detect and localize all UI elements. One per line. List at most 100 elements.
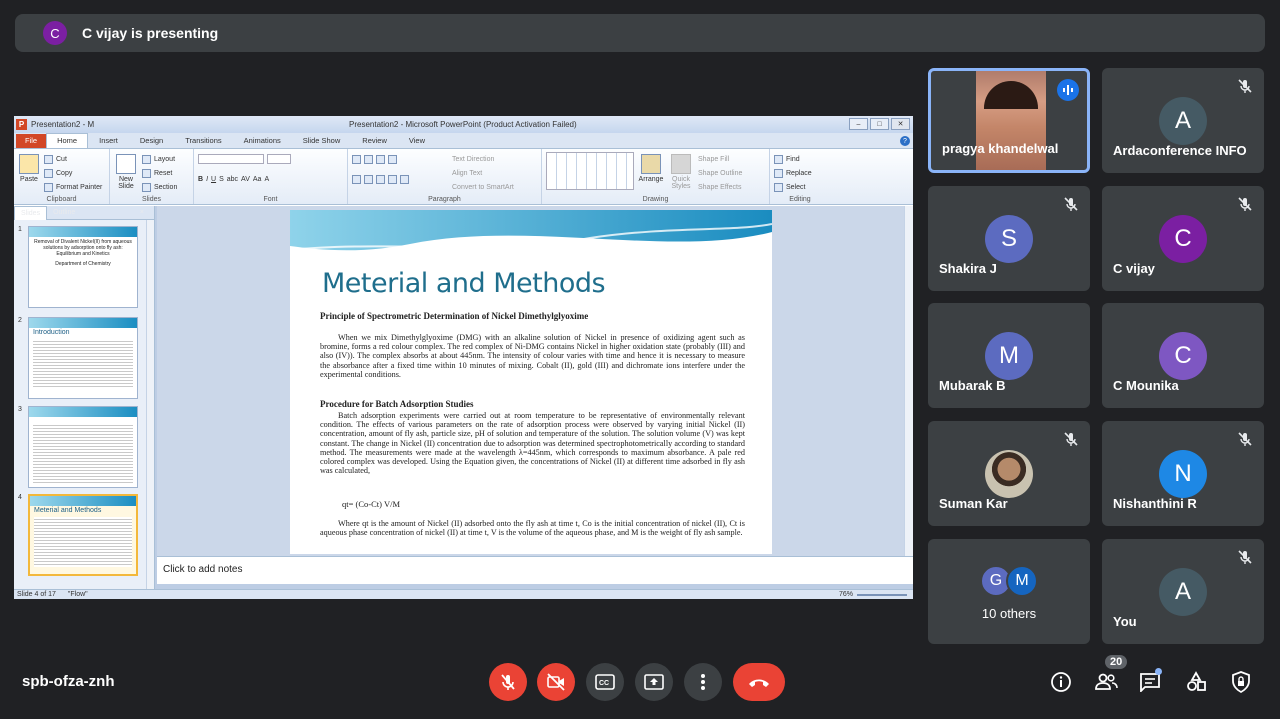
copy-icon xyxy=(44,168,53,178)
participant-name: Shakira J xyxy=(939,261,997,276)
avatar-photo xyxy=(985,450,1033,498)
tab-file: File xyxy=(16,134,47,148)
thumb-text-lines xyxy=(34,517,132,567)
meeting-code: spb-ofza-znh xyxy=(22,673,115,690)
slide-paragraph-1: When we mix Dimethylglyoxime (DMG) with … xyxy=(320,333,745,379)
host-controls-button[interactable] xyxy=(1229,670,1253,694)
ribbon-tabs: File Home Insert Design Transitions Anim… xyxy=(14,133,913,149)
tab-animations: Animations xyxy=(243,136,281,145)
captions-button[interactable]: CC xyxy=(586,663,624,701)
camera-toggle-button[interactable] xyxy=(537,663,575,701)
meeting-details-button[interactable] xyxy=(1049,670,1073,694)
indent-icon xyxy=(376,154,385,164)
cut-icon xyxy=(44,154,53,164)
self-tile[interactable]: A You xyxy=(1102,539,1264,644)
convert-smartart-label: Convert to SmartArt xyxy=(452,183,514,191)
quick-styles-label: Quick Styles xyxy=(671,176,691,190)
slide-thumbnail: 2 Introduction xyxy=(18,317,138,399)
presenting-text: C vijay is presenting xyxy=(82,25,219,41)
mic-toggle-button[interactable] xyxy=(489,663,527,701)
clipboard-group: Paste Cut Copy Format Painter Clipboard xyxy=(14,149,110,204)
tab-view: View xyxy=(408,136,425,145)
clipboard-label: Clipboard xyxy=(46,196,77,203)
arrange-icon xyxy=(641,154,661,174)
layout-icon xyxy=(142,154,151,164)
svg-text:CC: CC xyxy=(599,680,609,687)
copy-label: Copy xyxy=(56,169,73,177)
tab-home: Home xyxy=(46,133,89,148)
participant-name: You xyxy=(1113,614,1137,629)
thumb-number: 2 xyxy=(18,317,22,324)
tab-outline: Outline xyxy=(53,209,76,216)
slides-label: Slides xyxy=(141,196,162,203)
slide-paragraph-2: Batch adsorption experiments were carrie… xyxy=(320,411,745,476)
presenting-banner: C C vijay is presenting xyxy=(15,14,1265,52)
new-slide-icon xyxy=(116,154,136,174)
drawing-label: Drawing xyxy=(642,196,669,203)
participant-video xyxy=(976,71,1046,170)
participant-tile[interactable]: S Shakira J xyxy=(928,186,1090,291)
underline-button: U xyxy=(211,175,217,183)
leave-call-button[interactable] xyxy=(733,663,785,701)
font-color-button: A xyxy=(264,175,270,183)
participant-tile[interactable]: Suman Kar xyxy=(928,421,1090,526)
present-button[interactable] xyxy=(635,663,673,701)
participant-tile[interactable]: M Mubarak B xyxy=(928,303,1090,408)
slide-thumbnail: 1 Removal of Divalent Nickel(II) from aq… xyxy=(18,226,138,308)
tab-transitions: Transitions xyxy=(185,136,222,145)
avatar: A xyxy=(1159,568,1207,616)
avatar: A xyxy=(1159,97,1207,145)
shapes-gallery xyxy=(546,152,634,190)
activities-button[interactable] xyxy=(1184,670,1208,694)
mic-off-icon xyxy=(1064,197,1078,211)
window-title: Presentation2 - Microsoft PowerPoint (Pr… xyxy=(349,120,577,129)
participant-tile[interactable]: A Ardaconference INFO xyxy=(1102,68,1264,173)
ppt-statusbar: Slide 4 of 17 "Flow" 76% xyxy=(14,589,913,599)
more-options-button[interactable] xyxy=(684,663,722,701)
tab-design: Design xyxy=(139,136,164,145)
ppt-workspace: Slides Outline × 1 Removal of Divalent N… xyxy=(14,205,913,599)
participant-tile-pragya[interactable]: pragya khandelwal xyxy=(928,68,1090,173)
columns-icon xyxy=(400,174,409,184)
align-text-label: Align Text xyxy=(452,169,483,177)
find-icon xyxy=(774,154,783,164)
strike-button: abc xyxy=(226,175,239,183)
drawing-group: Arrange Quick Styles Shape Fill Shape Ou… xyxy=(542,149,770,204)
font-size-box xyxy=(267,154,291,164)
numbering-icon xyxy=(364,154,373,164)
slide-heading: Meterial and Methods xyxy=(322,268,606,299)
format-painter-icon xyxy=(44,182,53,192)
current-slide: Meterial and Methods Principle of Spectr… xyxy=(290,210,772,554)
people-button[interactable] xyxy=(1094,670,1118,694)
avatar: S xyxy=(985,215,1033,263)
cut-label: Cut xyxy=(56,155,67,163)
avatar: M xyxy=(1006,565,1038,597)
shape-outline-label: Shape Outline xyxy=(698,169,743,177)
thumb-title: Meterial and Methods xyxy=(34,507,102,514)
chat-icon xyxy=(1140,673,1160,692)
find-label: Find xyxy=(786,155,800,163)
slides-group: New Slide Layout Reset Section Slides xyxy=(110,149,194,204)
thumb-title: Introduction xyxy=(33,329,70,336)
present-screen-icon xyxy=(644,674,664,690)
speaking-indicator-icon xyxy=(1057,79,1079,101)
chat-notification-dot xyxy=(1155,668,1162,675)
reset-label: Reset xyxy=(154,169,173,177)
thumb-number: 1 xyxy=(18,226,22,233)
captions-icon: CC xyxy=(595,674,615,690)
participant-tile[interactable]: N Nishanthini R xyxy=(1102,421,1264,526)
participant-tile[interactable]: C C vijay xyxy=(1102,186,1264,291)
italic-button: I xyxy=(206,175,209,183)
bold-button: B xyxy=(198,175,204,183)
presenter-avatar: C xyxy=(43,21,67,45)
close-window-icon: ✕ xyxy=(891,118,910,130)
editing-label: Editing xyxy=(789,196,811,203)
slide-editor: Meterial and Methods Principle of Spectr… xyxy=(157,206,913,556)
thumb-text-lines xyxy=(33,423,133,485)
thumb-wave xyxy=(30,496,136,506)
slide-subheading-2: Procedure for Batch Adsorption Studies xyxy=(320,399,474,409)
powerpoint-icon: P xyxy=(16,119,27,130)
participant-tile[interactable]: C C Mounika xyxy=(1102,303,1264,408)
notes-pane: Click to add notes xyxy=(157,556,913,584)
others-tile[interactable]: G M 10 others xyxy=(928,539,1090,644)
